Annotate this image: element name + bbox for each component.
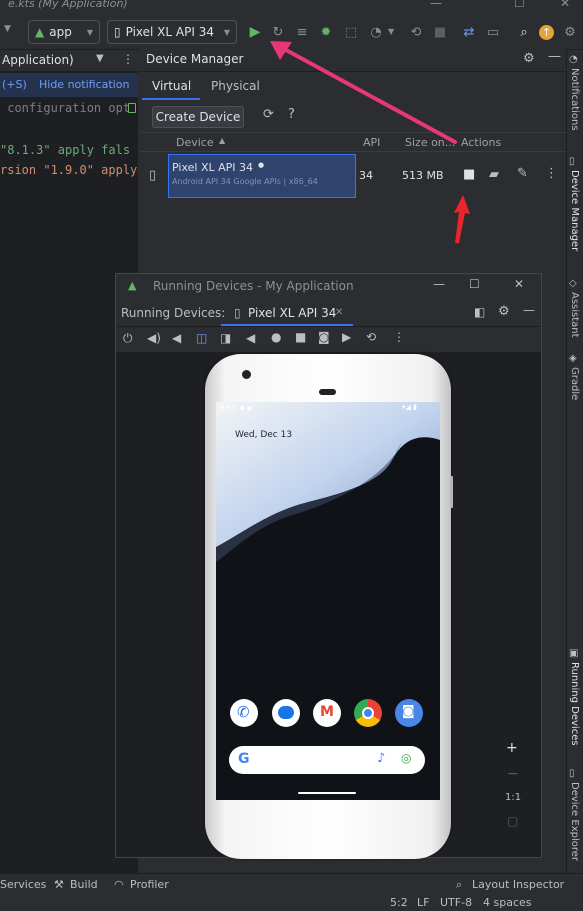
hammer-icon: ⚒ xyxy=(54,878,64,891)
layout-inspector-tool[interactable]: Layout Inspector xyxy=(472,878,564,891)
line-separator[interactable]: LF xyxy=(417,896,429,909)
cursor-position[interactable]: 5:2 xyxy=(390,896,408,909)
profiler-tool[interactable]: Profiler xyxy=(130,878,169,891)
pink-arrow-to-run xyxy=(273,42,457,144)
annotation-overlay xyxy=(270,41,470,243)
indent-setting[interactable]: 4 spaces xyxy=(483,896,532,909)
bottom-status-bar: Services ⚒ Build ◠ Profiler ⌕ Layout Ins… xyxy=(0,873,583,911)
services-tool[interactable]: Services xyxy=(0,878,46,891)
build-tool[interactable]: Build xyxy=(70,878,98,891)
red-arrow-to-stop xyxy=(454,195,470,243)
file-encoding[interactable]: UTF-8 xyxy=(440,896,472,909)
profiler-icon: ◠ xyxy=(114,878,124,891)
layout-inspector-icon: ⌕ xyxy=(456,878,463,891)
